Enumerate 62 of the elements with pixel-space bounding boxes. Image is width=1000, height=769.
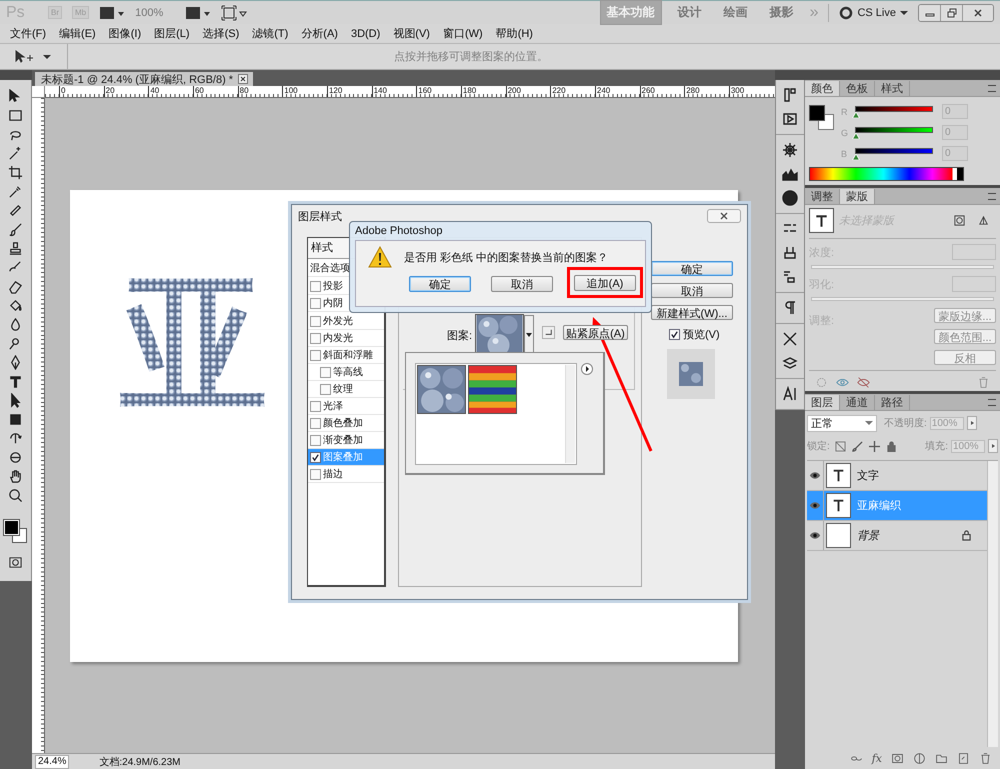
effect-label: 内发光 [323, 332, 353, 345]
dialog-title: 图层样式 [298, 210, 342, 224]
channel-label: G [841, 128, 849, 138]
effect-item[interactable]: 光泽 [308, 398, 384, 415]
channel-label: R [841, 106, 848, 116]
dialog-button[interactable]: 确定 [409, 276, 471, 292]
menu-item[interactable]: 图层(L) [154, 26, 190, 41]
menu-item[interactable]: 视图(V) [393, 26, 430, 41]
effect-label: 等高线 [333, 366, 363, 379]
document-size: 文档:24.9M/6.23M [99, 756, 181, 768]
effect-label: 颜色叠加 [323, 416, 363, 430]
effect-item[interactable]: 颜色叠加 [308, 415, 384, 432]
effects-button[interactable]: fx [872, 752, 882, 764]
cs-live-menu[interactable]: CS Live [857, 6, 896, 18]
blend-mode-dropdown[interactable]: 正常 [807, 414, 877, 432]
menu-item[interactable]: 选择(S) [202, 26, 240, 41]
effect-label: 描边 [323, 468, 343, 481]
dialog-title: Adobe Photoshop [355, 224, 444, 239]
layer-name: 亚麻编织 [857, 498, 902, 513]
lock-label: 锁定: [807, 440, 830, 453]
effect-label: 内阴 [323, 296, 343, 310]
dialog-button[interactable]: 取消 [651, 283, 733, 298]
dialog-button[interactable]: 取消 [491, 276, 553, 292]
effect-label: 图案叠加 [323, 450, 363, 464]
layer-name: 背景 [857, 528, 881, 543]
menu-item[interactable]: 分析(A) [301, 26, 338, 41]
effect-label: 投影 [323, 280, 343, 293]
menu-item[interactable]: 文件(F) [10, 26, 46, 41]
channel-label: B [841, 148, 848, 158]
menu-item[interactable]: 帮助(H) [496, 26, 533, 41]
hint-text: 点按并拖移可调整图案的位置。 [394, 50, 548, 64]
effect-label: 外发光 [323, 314, 353, 328]
menu-item[interactable]: 编辑(E) [59, 26, 96, 41]
effect-label: 光泽 [323, 400, 343, 413]
preview-label: 预览(V) [683, 328, 720, 342]
effect-item[interactable]: 斜面和浮雕 [308, 347, 384, 364]
panel-tab[interactable]: 蒙版 [840, 189, 875, 204]
dialog-button[interactable]: 追加(A) [574, 275, 636, 291]
dialog-button[interactable]: 新建样式(W)... [651, 305, 733, 320]
snap-to-origin-button[interactable]: 贴紧原点(A) [563, 324, 628, 340]
dialog-button[interactable]: 确定 [651, 261, 733, 276]
zoom-field[interactable]: 24.4% [35, 754, 70, 768]
menu-item[interactable]: 滤镜(T) [252, 26, 288, 41]
layer-name: 文字 [857, 468, 880, 483]
effect-item[interactable]: 等高线 [308, 364, 384, 381]
pattern-label: 图案: [447, 328, 472, 342]
effect-item[interactable]: 描边 [308, 466, 384, 483]
panel-tab[interactable]: 图层 [805, 395, 840, 410]
document-tab[interactable]: 未标题-1 @ 24.4% (亚麻编织, RGB/8) * [35, 72, 254, 86]
opacity-label: 不透明度: [884, 416, 927, 430]
panel-tab[interactable]: 颜色 [805, 81, 840, 96]
effect-label: 纹理 [333, 383, 353, 396]
fill-label: 填充: [925, 440, 948, 453]
effect-item[interactable]: 纹理 [308, 381, 384, 398]
layer-row[interactable]: 背景 [807, 521, 987, 551]
menu-item[interactable]: 3D(D) [350, 28, 380, 40]
menu-item[interactable]: 窗口(W) [442, 26, 483, 41]
menu-item[interactable]: 图像(I) [108, 26, 142, 41]
alert-message: 是否用 彩色纸 中的图案替换当前的图案？ [404, 250, 608, 264]
effect-item[interactable]: 内发光 [308, 330, 384, 347]
effect-label: 渐变叠加 [323, 434, 363, 447]
effect-label: 斜面和浮雕 [323, 348, 373, 362]
